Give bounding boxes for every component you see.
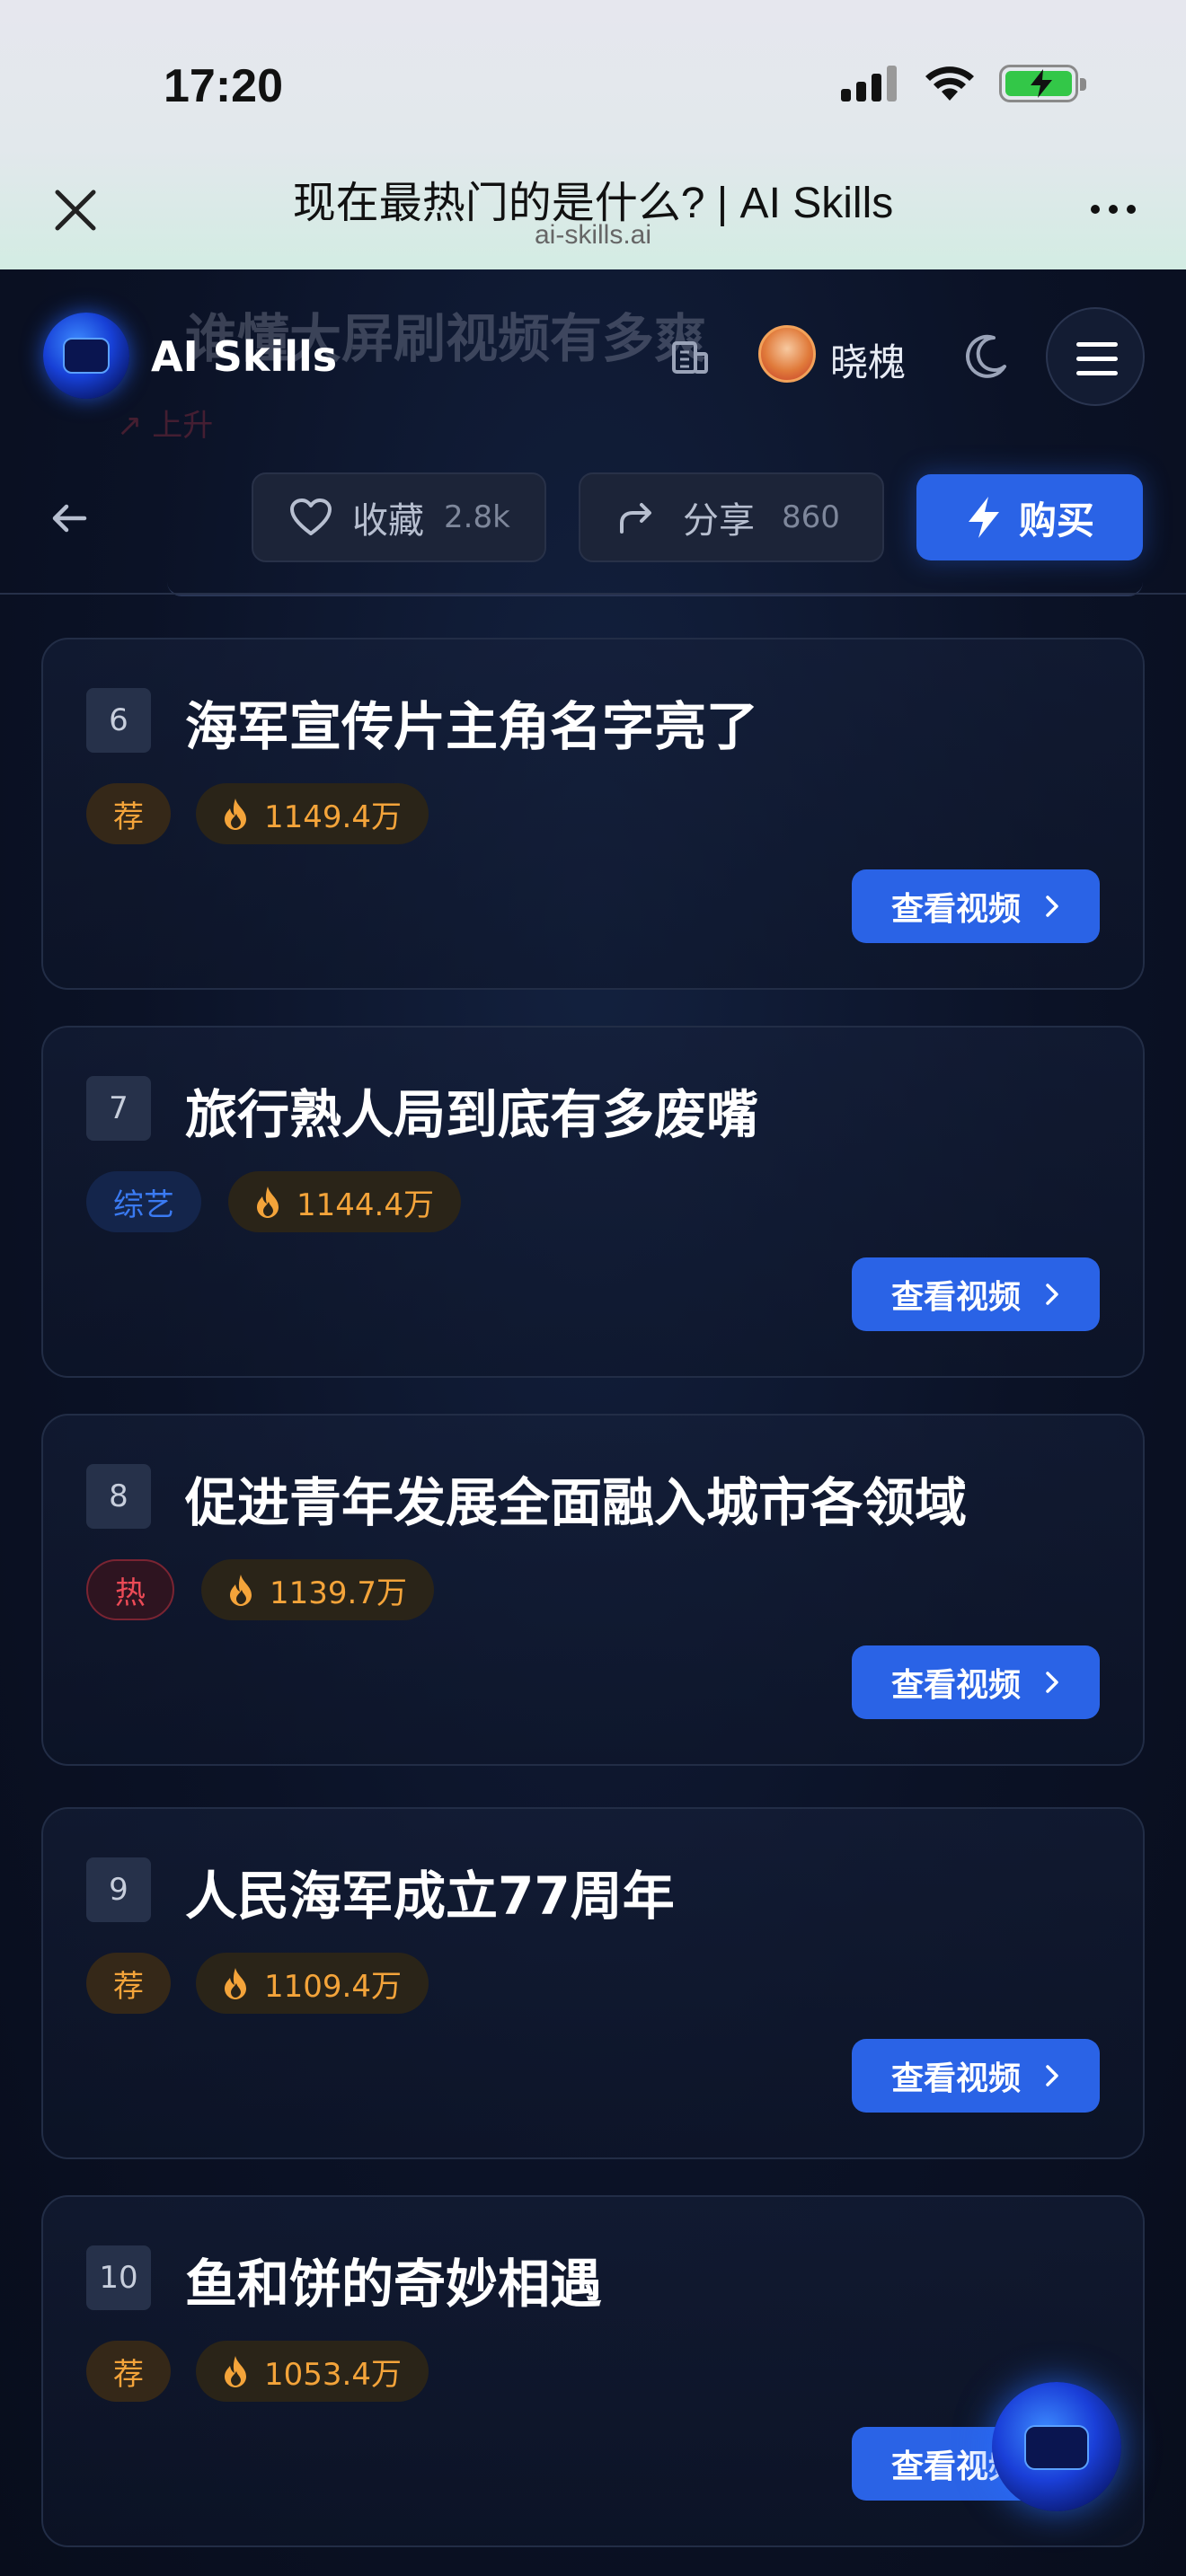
view-video-button[interactable]: 查看视频 xyxy=(852,869,1100,943)
heart-icon xyxy=(290,498,332,535)
buy-label: 购买 xyxy=(1018,498,1094,543)
heat-badge: 1149.4万 xyxy=(196,783,429,844)
rank-badge: 8 xyxy=(86,1464,151,1529)
favorite-count: 2.8k xyxy=(444,499,510,535)
item-title[interactable]: 旅行熟人局到底有多废嘴 xyxy=(185,1072,758,1148)
more-icon[interactable] xyxy=(1091,205,1136,214)
list-item: 7 旅行熟人局到底有多废嘴 综艺 1144.4万 查看视频 xyxy=(41,1026,1145,1378)
view-video-label: 查看视频 xyxy=(890,1667,1021,1704)
item-title[interactable]: 促进青年发展全面融入城市各领域 xyxy=(185,1460,967,1536)
menu-button[interactable] xyxy=(1046,307,1145,406)
chevron-right-icon xyxy=(1046,895,1058,917)
heat-value: 1053.4万 xyxy=(264,2356,402,2393)
logo-icon[interactable] xyxy=(43,313,129,399)
share-count: 860 xyxy=(782,499,840,535)
chevron-right-icon xyxy=(1046,1284,1058,1305)
flame-icon xyxy=(257,1187,279,1218)
view-video-label: 查看视频 xyxy=(890,2060,1021,2097)
view-video-button[interactable]: 查看视频 xyxy=(852,1645,1100,1719)
favorite-label: 收藏 xyxy=(352,500,424,542)
flame-icon xyxy=(225,2356,246,2387)
browser-chrome: 17:20 现在最热门的是什么? | AI Skills ai-skills.a… xyxy=(0,0,1186,269)
list-item: 10 鱼和饼的奇妙相遇 荐 1053.4万 查看视频 xyxy=(41,2195,1145,2547)
heat-badge: 1144.4万 xyxy=(228,1171,461,1232)
category-tag: 荐 xyxy=(86,1953,171,2014)
signal-icon xyxy=(841,66,897,101)
list-item: 6 海军宣传片主角名字亮了 荐 1149.4万 查看视频 xyxy=(41,638,1145,990)
category-tag: 荐 xyxy=(86,783,171,844)
rank-badge: 10 xyxy=(86,2245,151,2310)
category-tag: 荐 xyxy=(86,2341,171,2402)
wifi-icon xyxy=(925,66,974,101)
heat-value: 1144.4万 xyxy=(296,1187,434,1223)
item-title[interactable]: 人民海军成立77周年 xyxy=(185,1854,675,1929)
browser-url: ai-skills.ai xyxy=(534,220,652,250)
item-title[interactable]: 海军宣传片主角名字亮了 xyxy=(185,684,758,760)
page: 17:20 现在最热门的是什么? | AI Skills ai-skills.a… xyxy=(0,0,1186,2576)
chevron-right-icon xyxy=(1046,2065,1058,2086)
status-icons xyxy=(841,65,1086,102)
flame-icon xyxy=(230,1575,252,1606)
view-video-label: 查看视频 xyxy=(890,1279,1021,1316)
flame-icon xyxy=(225,1968,246,1999)
moon-icon[interactable] xyxy=(960,331,1012,383)
list-item: 9 人民海军成立77周年 荐 1109.4万 查看视频 xyxy=(41,1807,1145,2159)
user-name[interactable]: 晓槐 xyxy=(830,332,906,387)
heat-badge: 1109.4万 xyxy=(196,1953,429,2014)
heat-value: 1139.7万 xyxy=(270,1575,407,1611)
scrolled-trend: ↗ 上升 xyxy=(117,408,214,444)
category-tag: 综艺 xyxy=(86,1171,201,1232)
category-tag: 热 xyxy=(86,1559,174,1620)
buy-button[interactable]: 购买 xyxy=(916,474,1143,560)
status-time: 17:20 xyxy=(164,60,283,112)
list-item: 8 促进青年发展全面融入城市各领域 热 1139.7万 查看视频 xyxy=(41,1414,1145,1766)
heat-badge: 1053.4万 xyxy=(196,2341,429,2402)
view-video-label: 查看视频 xyxy=(890,891,1021,928)
share-button[interactable]: 分享 860 xyxy=(579,472,884,562)
assistant-fab-icon[interactable] xyxy=(992,2382,1121,2511)
view-video-button[interactable]: 查看视频 xyxy=(852,1257,1100,1331)
brand-name[interactable]: AI Skills xyxy=(151,332,337,381)
heat-badge: 1139.7万 xyxy=(201,1559,434,1620)
rank-badge: 6 xyxy=(86,688,151,753)
flame-icon xyxy=(225,798,246,830)
chevron-right-icon xyxy=(1046,1672,1058,1693)
heat-value: 1149.4万 xyxy=(264,798,402,835)
view-video-button[interactable]: 查看视频 xyxy=(852,2039,1100,2113)
rank-badge: 9 xyxy=(86,1857,151,1922)
share-icon xyxy=(620,503,651,534)
building-icon[interactable] xyxy=(667,334,712,379)
heat-value: 1109.4万 xyxy=(264,1968,402,2005)
battery-icon xyxy=(999,65,1086,102)
lightning-icon xyxy=(968,497,999,538)
favorite-button[interactable]: 收藏 2.8k xyxy=(252,472,546,562)
item-title[interactable]: 鱼和饼的奇妙相遇 xyxy=(185,2242,602,2317)
header-divider xyxy=(0,593,1186,595)
avatar[interactable] xyxy=(758,325,816,383)
back-arrow-icon[interactable] xyxy=(47,496,92,541)
share-label: 分享 xyxy=(683,500,755,542)
rank-badge: 7 xyxy=(86,1076,151,1141)
